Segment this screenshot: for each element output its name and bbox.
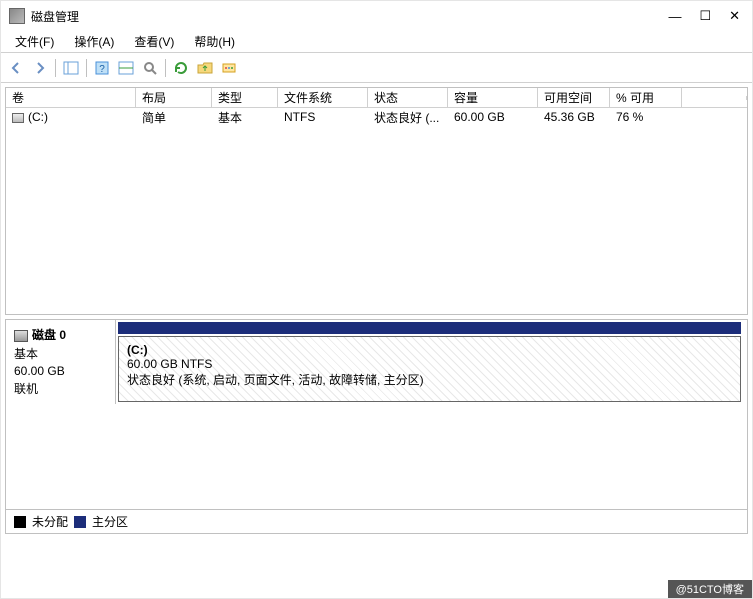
back-button[interactable]	[5, 57, 27, 79]
partition-info-2: 状态良好 (系统, 启动, 页面文件, 活动, 故障转储, 主分区)	[127, 371, 732, 388]
disk-info-panel[interactable]: 磁盘 0 基本 60.00 GB 联机	[6, 320, 116, 404]
volume-type: 基本	[212, 108, 278, 127]
window-controls: — ☐ ✕	[668, 8, 744, 24]
help-button[interactable]: ?	[91, 57, 113, 79]
settings-button[interactable]	[218, 57, 240, 79]
legend-unallocated-label: 未分配	[32, 513, 68, 530]
legend: 未分配 主分区	[6, 509, 747, 533]
svg-text:?: ?	[99, 64, 105, 75]
help-icon: ?	[94, 60, 110, 76]
minimize-button[interactable]: —	[668, 9, 681, 24]
forward-arrow-icon	[32, 60, 48, 76]
menu-bar: 文件(F) 操作(A) 查看(V) 帮助(H)	[1, 31, 752, 53]
volume-free: 45.36 GB	[538, 109, 610, 125]
close-button[interactable]: ✕	[729, 8, 740, 24]
col-header-capacity[interactable]: 容量	[448, 87, 538, 108]
volume-row[interactable]: (C:) 简单 基本 NTFS 状态良好 (... 60.00 GB 45.36…	[6, 108, 747, 126]
watermark-text: @51CTO博客	[676, 581, 744, 597]
app-icon	[9, 8, 25, 24]
legend-primary-label: 主分区	[92, 513, 128, 530]
disk-row: 磁盘 0 基本 60.00 GB 联机 (C:) 60.00 GB NTFS 状…	[6, 320, 747, 404]
list-panel-icon	[118, 60, 134, 76]
back-arrow-icon	[8, 60, 24, 76]
watermark: @51CTO博客	[668, 580, 752, 598]
volume-layout: 简单	[136, 108, 212, 127]
disk-capacity: 60.00 GB	[14, 364, 107, 378]
disk-type: 基本	[14, 345, 107, 362]
disk-graphic-area: (C:) 60.00 GB NTFS 状态良好 (系统, 启动, 页面文件, 活…	[116, 320, 747, 404]
disk-color-bar	[118, 322, 741, 334]
folder-up-button[interactable]	[194, 57, 216, 79]
partition-info-1: 60.00 GB NTFS	[127, 357, 732, 371]
menu-view[interactable]: 查看(V)	[124, 31, 184, 52]
tree-panel-button[interactable]	[60, 57, 82, 79]
legend-primary-swatch	[74, 516, 86, 528]
drive-icon	[12, 113, 24, 123]
col-header-filesystem[interactable]: 文件系统	[278, 87, 368, 108]
disk-state: 联机	[14, 380, 107, 397]
disk-graphical-view: 磁盘 0 基本 60.00 GB 联机 (C:) 60.00 GB NTFS 状…	[5, 319, 748, 534]
volume-pct: 76 %	[610, 109, 682, 125]
tree-panel-icon	[63, 60, 79, 76]
partition-title: (C:)	[127, 343, 732, 357]
folder-up-icon	[197, 60, 213, 76]
legend-unallocated-swatch	[14, 516, 26, 528]
window-title: 磁盘管理	[31, 8, 79, 25]
volume-filesystem: NTFS	[278, 109, 368, 125]
col-header-blank	[682, 96, 747, 100]
toolbar-separator	[86, 59, 87, 77]
list-panel-button[interactable]	[115, 57, 137, 79]
title-bar: 磁盘管理 — ☐ ✕	[1, 1, 752, 31]
toolbar: ?	[1, 53, 752, 83]
maximize-button[interactable]: ☐	[699, 8, 711, 24]
settings-icon	[221, 60, 237, 76]
menu-file[interactable]: 文件(F)	[5, 31, 64, 52]
menu-action[interactable]: 操作(A)	[64, 31, 124, 52]
col-header-type[interactable]: 类型	[212, 87, 278, 108]
col-header-layout[interactable]: 布局	[136, 87, 212, 108]
forward-button[interactable]	[29, 57, 51, 79]
toolbar-separator	[165, 59, 166, 77]
disk-name: 磁盘 0	[32, 328, 66, 342]
toolbar-separator	[55, 59, 56, 77]
volume-list[interactable]: 卷 布局 类型 文件系统 状态 容量 可用空间 % 可用 (C:) 简单 基本 …	[5, 87, 748, 315]
disk-icon	[14, 330, 28, 342]
col-header-pct[interactable]: % 可用	[610, 87, 682, 108]
col-header-free[interactable]: 可用空间	[538, 87, 610, 108]
col-header-volume[interactable]: 卷	[6, 87, 136, 108]
refresh-button[interactable]	[170, 57, 192, 79]
volume-status: 状态良好 (...	[368, 108, 448, 127]
volume-list-header: 卷 布局 类型 文件系统 状态 容量 可用空间 % 可用	[6, 88, 747, 108]
properties-icon	[142, 60, 158, 76]
partition-box[interactable]: (C:) 60.00 GB NTFS 状态良好 (系统, 启动, 页面文件, 活…	[118, 336, 741, 402]
menu-help[interactable]: 帮助(H)	[184, 31, 245, 52]
properties-button[interactable]	[139, 57, 161, 79]
volume-name: (C:)	[28, 110, 48, 124]
volume-capacity: 60.00 GB	[448, 109, 538, 125]
col-header-status[interactable]: 状态	[368, 87, 448, 108]
refresh-icon	[173, 60, 189, 76]
